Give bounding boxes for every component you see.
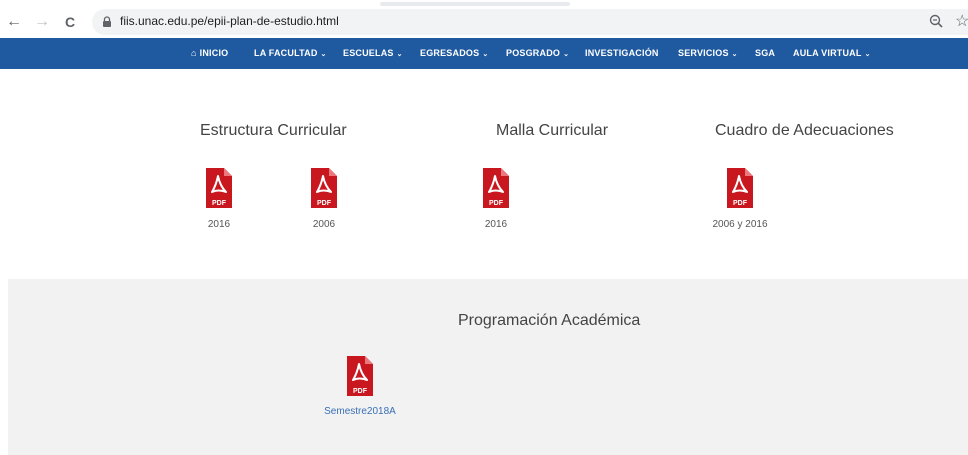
nav-label: POSGRADO <box>506 48 561 58</box>
svg-text:PDF: PDF <box>212 200 227 207</box>
pdf-icon[interactable]: PDF <box>311 168 337 208</box>
nav-label: INICIO <box>199 48 229 58</box>
svg-text:PDF: PDF <box>353 388 368 395</box>
svg-text:PDF: PDF <box>489 200 504 207</box>
bookmark-star-icon[interactable]: ☆ <box>955 11 968 31</box>
nav-escuelas[interactable]: ESCUELAS ⌄ <box>343 38 403 69</box>
nav-label: INVESTIGACIÓN <box>585 48 659 58</box>
chevron-down-icon: ⌄ <box>563 51 570 58</box>
section-title-malla: Malla Curricular <box>496 122 609 139</box>
section-title-estructura: Estructura Curricular <box>200 122 347 139</box>
nav-label: SGA <box>755 48 776 58</box>
nav-inicio[interactable]: ⌂ INICIO <box>191 38 228 69</box>
lock-icon[interactable] <box>100 15 114 29</box>
nav-egresados[interactable]: EGRESADOS ⌄ <box>420 38 488 69</box>
chevron-down-icon: ⌄ <box>320 51 327 58</box>
nav-servicios[interactable]: SERVICIOS ⌄ <box>678 38 738 69</box>
nav-investigacion[interactable]: INVESTIGACIÓN <box>585 38 659 69</box>
tab-strip <box>0 0 968 8</box>
tab-divider <box>380 2 570 6</box>
doc-label-estructura-2006[interactable]: 2006 <box>305 219 343 230</box>
doc-label-estructura-2016[interactable]: 2016 <box>200 219 238 230</box>
section-title-programacion: Programación Académica <box>458 312 641 329</box>
nav-la-facultad[interactable]: LA FACULTAD ⌄ <box>254 38 327 69</box>
reload-icon[interactable]: C <box>60 12 80 32</box>
chevron-down-icon: ⌄ <box>396 51 403 58</box>
nav-label: EGRESADOS <box>420 48 480 58</box>
nav-label: SERVICIOS <box>678 48 729 58</box>
svg-text:PDF: PDF <box>317 200 332 207</box>
site-nav-bar: ⌂ INICIO LA FACULTAD ⌄ ESCUELAS ⌄ EGRESADOS… <box>0 38 968 69</box>
pdf-icon[interactable]: PDF <box>483 168 509 208</box>
section-title-cuadro: Cuadro de Adecuaciones <box>715 122 894 139</box>
doc-link-semestre2018a[interactable]: Semestre2018A <box>320 406 400 417</box>
doc-label-cuadro-2006-2016[interactable]: 2006 y 2016 <box>711 219 769 230</box>
pdf-icon[interactable]: PDF <box>347 356 373 396</box>
chevron-down-icon: ⌄ <box>731 51 738 58</box>
nav-posgrado[interactable]: POSGRADO ⌄ <box>506 38 569 69</box>
chevron-down-icon: ⌄ <box>482 51 489 58</box>
svg-text:PDF: PDF <box>733 200 748 207</box>
chevron-down-icon: ⌄ <box>864 51 871 58</box>
nav-aula-virtual[interactable]: AULA VIRTUAL ⌄ <box>793 38 871 69</box>
programacion-section <box>8 279 968 455</box>
home-icon: ⌂ <box>191 48 197 58</box>
nav-label: AULA VIRTUAL <box>793 48 862 58</box>
pdf-icon[interactable]: PDF <box>206 168 232 208</box>
doc-label-malla-2016[interactable]: 2016 <box>477 219 515 230</box>
url-text[interactable]: fiis.unac.edu.pe/epii-plan-de-estudio.ht… <box>120 14 339 28</box>
browser-chrome: ← → C fiis.unac.edu.pe/epii-plan-de-estu… <box>0 0 968 38</box>
nav-label: LA FACULTAD <box>254 48 318 58</box>
back-icon[interactable]: ← <box>4 12 24 32</box>
pdf-icon[interactable]: PDF <box>727 168 753 208</box>
forward-icon[interactable]: → <box>32 12 52 32</box>
nav-sga[interactable]: SGA <box>755 38 775 69</box>
zoom-icon[interactable] <box>928 13 944 29</box>
nav-label: ESCUELAS <box>343 48 394 58</box>
